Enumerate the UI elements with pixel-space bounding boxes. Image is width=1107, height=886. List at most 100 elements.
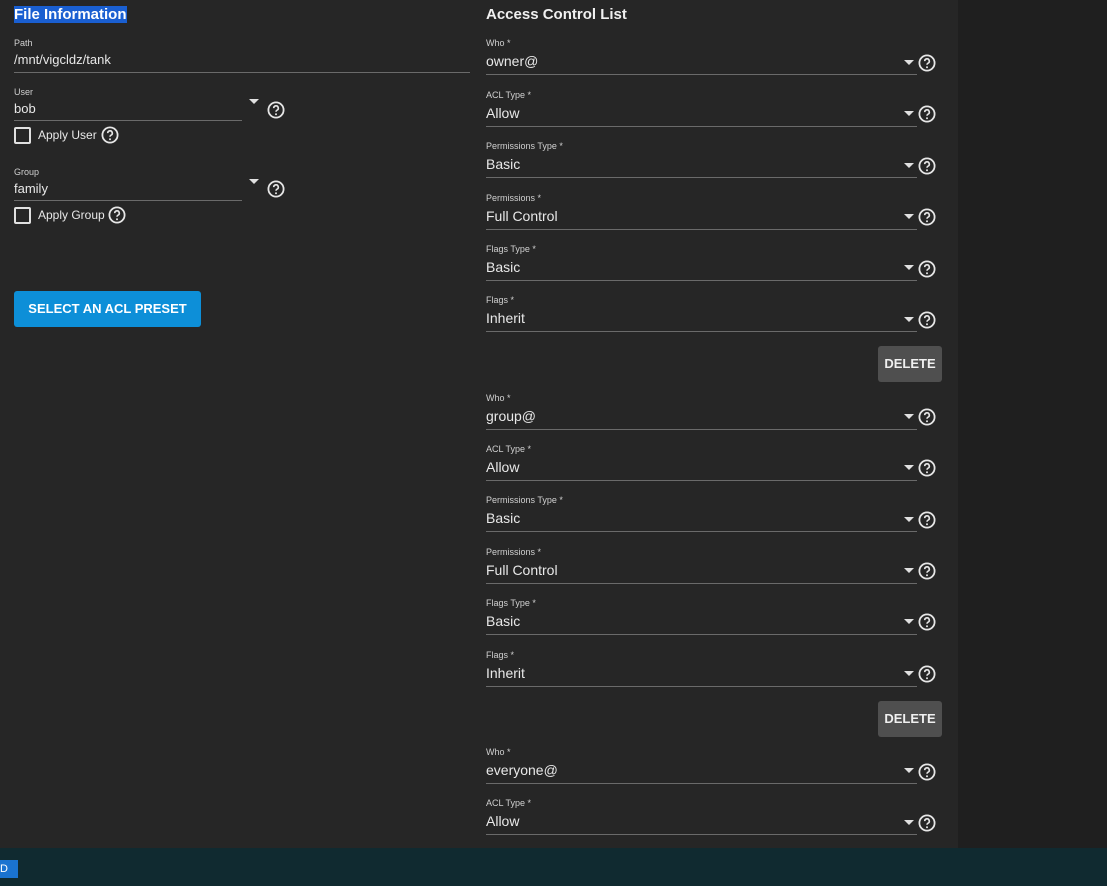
permissions-type-select[interactable]: Permissions Type * Basic xyxy=(486,141,917,179)
field-underline xyxy=(486,834,917,835)
acl-type-value: Allow xyxy=(486,105,520,121)
help-circle-icon[interactable] xyxy=(267,180,285,198)
field-underline xyxy=(486,229,917,230)
checkbox-box[interactable] xyxy=(14,207,31,224)
who-select[interactable]: Who * everyone@ xyxy=(486,747,917,785)
who-value: group@ xyxy=(486,408,537,424)
flags-type-select[interactable]: Flags Type * Basic xyxy=(486,598,917,636)
permissions-value: Full Control xyxy=(486,562,558,578)
help-circle-icon[interactable] xyxy=(101,126,119,144)
select-acl-preset-button[interactable]: SELECT AN ACL PRESET xyxy=(14,291,201,327)
who-select[interactable]: Who * owner@ xyxy=(486,38,917,76)
path-label: Path xyxy=(14,38,33,48)
help-circle-icon[interactable] xyxy=(918,311,936,329)
flags-type-label: Flags Type * xyxy=(486,598,536,608)
apply-user-checkbox[interactable]: Apply User xyxy=(14,127,154,145)
field-underline xyxy=(486,177,917,178)
delete-acl-entry-button[interactable]: DELETE xyxy=(878,701,942,737)
caret-down-icon[interactable] xyxy=(904,820,914,825)
apply-group-checkbox[interactable]: Apply Group xyxy=(14,207,164,225)
help-circle-icon[interactable] xyxy=(918,260,936,278)
permissions-label: Permissions * xyxy=(486,193,542,203)
taskbar-app-icon[interactable]: D xyxy=(0,860,18,878)
apply-user-label: Apply User xyxy=(38,128,97,142)
who-select[interactable]: Who * group@ xyxy=(486,393,917,431)
caret-down-icon[interactable] xyxy=(904,317,914,322)
side-background xyxy=(958,0,1107,848)
acl-type-select[interactable]: ACL Type * Allow xyxy=(486,90,917,128)
acl-type-label: ACL Type * xyxy=(486,444,532,454)
permissions-type-value: Basic xyxy=(486,156,521,172)
help-circle-icon[interactable] xyxy=(108,206,126,224)
field-underline xyxy=(486,280,917,281)
help-circle-icon[interactable] xyxy=(918,562,936,580)
permissions-value: Full Control xyxy=(486,208,558,224)
who-value: owner@ xyxy=(486,53,539,69)
flags-type-select[interactable]: Flags Type * Basic xyxy=(486,244,917,282)
caret-down-icon[interactable] xyxy=(249,179,259,184)
caret-down-icon[interactable] xyxy=(904,671,914,676)
help-circle-icon[interactable] xyxy=(918,763,936,781)
caret-down-icon[interactable] xyxy=(249,99,259,104)
permissions-select[interactable]: Permissions * Full Control xyxy=(486,193,917,231)
help-circle-icon[interactable] xyxy=(918,814,936,832)
permissions-type-select[interactable]: Permissions Type * Basic xyxy=(486,495,917,533)
flags-type-value: Basic xyxy=(486,259,521,275)
flags-select[interactable]: Flags * Inherit xyxy=(486,650,917,688)
group-value: family xyxy=(14,181,48,196)
flags-select[interactable]: Flags * Inherit xyxy=(486,295,917,333)
apply-group-label: Apply Group xyxy=(38,208,105,222)
checkbox-box[interactable] xyxy=(14,127,31,144)
caret-down-icon[interactable] xyxy=(904,60,914,65)
access-control-list-title: Access Control List xyxy=(486,6,627,23)
group-label: Group xyxy=(14,167,40,177)
path-underline xyxy=(14,72,470,73)
user-underline xyxy=(14,120,242,121)
field-underline xyxy=(486,686,917,687)
flags-label: Flags * xyxy=(486,295,515,305)
help-circle-icon[interactable] xyxy=(918,665,936,683)
help-circle-icon[interactable] xyxy=(918,208,936,226)
help-circle-icon[interactable] xyxy=(918,408,936,426)
who-value: everyone@ xyxy=(486,762,558,778)
acl-type-value: Allow xyxy=(486,459,520,475)
group-underline xyxy=(14,200,242,201)
caret-down-icon[interactable] xyxy=(904,465,914,470)
caret-down-icon[interactable] xyxy=(904,214,914,219)
who-label: Who * xyxy=(486,747,511,757)
field-underline xyxy=(486,480,917,481)
path-value: /mnt/vigcldz/tank xyxy=(14,52,111,67)
flags-type-value: Basic xyxy=(486,613,521,629)
help-circle-icon[interactable] xyxy=(918,54,936,72)
permissions-select[interactable]: Permissions * Full Control xyxy=(486,547,917,585)
delete-acl-entry-button[interactable]: DELETE xyxy=(878,346,942,382)
acl-type-select[interactable]: ACL Type * Allow xyxy=(486,444,917,482)
caret-down-icon[interactable] xyxy=(904,163,914,168)
user-select[interactable]: User bob xyxy=(14,87,242,123)
acl-type-select[interactable]: ACL Type * Allow xyxy=(486,798,917,836)
caret-down-icon[interactable] xyxy=(904,265,914,270)
help-circle-icon[interactable] xyxy=(918,105,936,123)
field-underline xyxy=(486,583,917,584)
caret-down-icon[interactable] xyxy=(904,517,914,522)
acl-type-label: ACL Type * xyxy=(486,90,532,100)
acl-type-value: Allow xyxy=(486,813,520,829)
caret-down-icon[interactable] xyxy=(904,568,914,573)
flags-type-label: Flags Type * xyxy=(486,244,536,254)
help-circle-icon[interactable] xyxy=(918,157,936,175)
caret-down-icon[interactable] xyxy=(904,414,914,419)
help-circle-icon[interactable] xyxy=(918,511,936,529)
caret-down-icon[interactable] xyxy=(904,619,914,624)
who-label: Who * xyxy=(486,38,511,48)
field-underline xyxy=(486,531,917,532)
caret-down-icon[interactable] xyxy=(904,111,914,116)
who-label: Who * xyxy=(486,393,511,403)
caret-down-icon[interactable] xyxy=(904,768,914,773)
help-circle-icon[interactable] xyxy=(267,101,285,119)
group-select[interactable]: Group family xyxy=(14,167,242,203)
permissions-label: Permissions * xyxy=(486,547,542,557)
field-underline xyxy=(486,429,917,430)
help-circle-icon[interactable] xyxy=(918,613,936,631)
flags-value: Inherit xyxy=(486,310,525,326)
help-circle-icon[interactable] xyxy=(918,459,936,477)
